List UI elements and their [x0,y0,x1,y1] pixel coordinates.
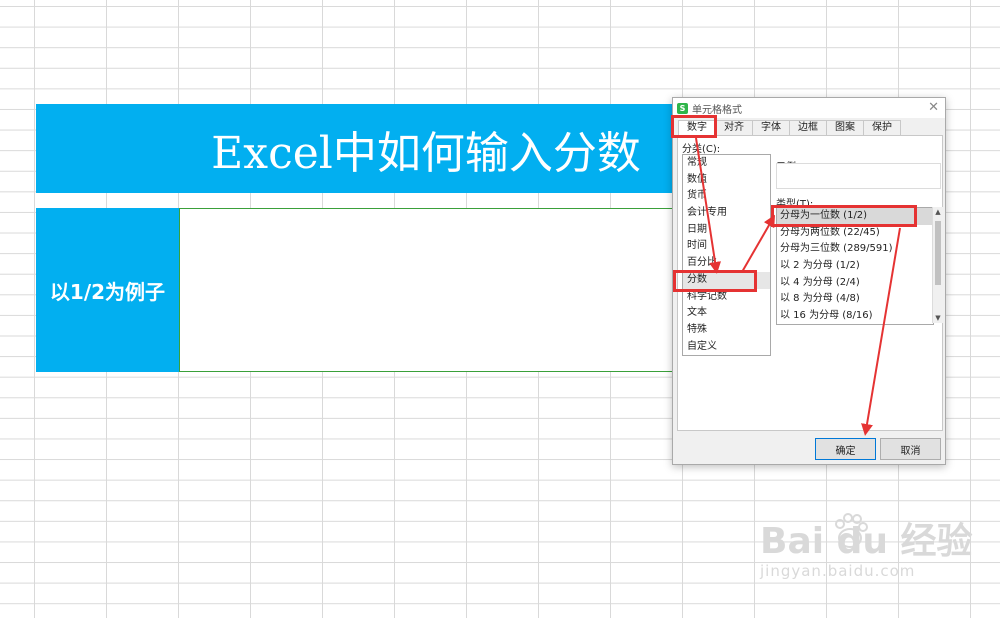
banner-title: Excel中如何输入分数 [211,127,641,179]
category-item[interactable]: 日期 [683,222,770,239]
highlight-fraction-category [673,270,757,292]
tab-font[interactable]: 字体 [752,120,790,135]
scroll-down-icon[interactable]: ▼ [933,313,943,323]
watermark-main: Bai du 经验 [760,521,973,562]
tab-pattern[interactable]: 图案 [826,120,864,135]
category-item[interactable]: 会计专用 [683,205,770,222]
tab-protection[interactable]: 保护 [863,120,901,135]
type-item[interactable]: 以 4 为分母 (2/4) [777,275,933,292]
type-item[interactable]: 分母为三位数 (289/591) [777,241,933,258]
category-item[interactable]: 特殊 [683,322,770,339]
scroll-thumb[interactable] [935,221,941,285]
baidu-watermark: Bai du 经验 jingyan.baidu.com [760,512,973,580]
type-item[interactable]: 以 8 为分母 (4/8) [777,291,933,308]
category-item[interactable]: 文本 [683,305,770,322]
type-list-scrollbar[interactable]: ▲ ▼ [932,207,943,323]
category-list[interactable]: 常规 数值 货币 会计专用 日期 时间 百分比 分数 科学记数 文本 特殊 自定… [682,154,771,356]
selected-value-cell[interactable] [179,208,677,372]
highlight-one-digit-type [771,205,917,227]
category-item[interactable]: 货币 [683,188,770,205]
ok-button[interactable]: 确定 [815,438,876,460]
category-item[interactable]: 时间 [683,238,770,255]
app-icon: S [677,102,688,114]
cancel-button[interactable]: 取消 [880,438,941,460]
tab-alignment[interactable]: 对齐 [715,120,753,135]
type-item[interactable]: 以 16 为分母 (8/16) [777,308,933,324]
sample-preview-box [776,163,941,189]
highlight-number-tab [671,115,717,138]
title-banner[interactable]: Excel中如何输入分数 [36,104,676,193]
dialog-title: 单元格格式 [692,104,742,116]
example-label: 以1/2为例子 [49,279,166,304]
category-item[interactable]: 自定义 [683,339,770,356]
watermark-sub: jingyan.baidu.com [760,562,916,580]
close-icon[interactable]: ✕ [928,100,939,115]
category-item[interactable]: 数值 [683,172,770,189]
example-label-cell[interactable]: 以1/2为例子 [36,208,179,372]
type-item[interactable]: 以 2 为分母 (1/2) [777,258,933,275]
type-item[interactable]: 分母为两位数 (22/45) [777,225,933,242]
scroll-up-icon[interactable]: ▲ [933,207,943,217]
category-item[interactable]: 常规 [683,155,770,172]
tab-border[interactable]: 边框 [789,120,827,135]
category-label: 分类(C): [682,144,721,155]
